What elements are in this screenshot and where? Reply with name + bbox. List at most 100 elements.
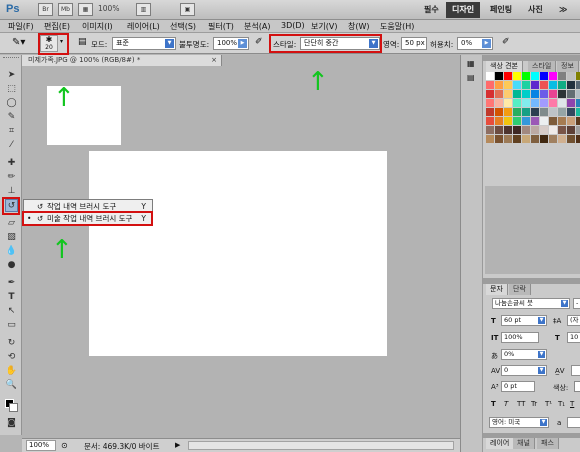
- bridge-launch-icon[interactable]: Br: [38, 3, 53, 16]
- color-swatch[interactable]: [558, 126, 566, 134]
- color-swatch[interactable]: [531, 90, 539, 98]
- color-swatch[interactable]: [576, 135, 580, 143]
- color-swatch[interactable]: [504, 72, 512, 80]
- color-swatch[interactable]: [522, 72, 530, 80]
- panel-icon[interactable]: ▤: [467, 73, 475, 82]
- document-tab[interactable]: 미제가족.JPG @ 100% (RGB/8#) * ×: [22, 55, 222, 66]
- color-swatch[interactable]: [540, 81, 548, 89]
- color-swatch[interactable]: [576, 72, 580, 80]
- menu-edit[interactable]: 편집(E): [44, 21, 70, 32]
- baseline-shift-field[interactable]: 0 pt: [501, 381, 535, 392]
- color-swatch[interactable]: [567, 90, 575, 98]
- color-swatch[interactable]: [549, 81, 557, 89]
- close-tab-icon[interactable]: ×: [211, 55, 217, 66]
- color-swatch[interactable]: [567, 99, 575, 107]
- 3d-rotate-tool-icon[interactable]: ↻: [5, 337, 18, 350]
- tab-styles[interactable]: 스타일: [528, 61, 557, 72]
- color-swatch[interactable]: [558, 81, 566, 89]
- color-swatch[interactable]: [522, 126, 530, 134]
- color-swatch[interactable]: [486, 90, 494, 98]
- canvas-main[interactable]: [89, 151, 387, 356]
- color-swatch[interactable]: [495, 99, 503, 107]
- path-selection-tool-icon[interactable]: ↖: [5, 305, 18, 318]
- 3d-orbit-tool-icon[interactable]: ⟲: [5, 351, 18, 364]
- color-swatch[interactable]: [567, 126, 575, 134]
- area-field[interactable]: 50 px: [401, 37, 427, 50]
- color-swatch[interactable]: [504, 126, 512, 134]
- opacity-field[interactable]: 100% ▶: [213, 37, 249, 50]
- color-swatch[interactable]: [567, 117, 575, 125]
- tablet-pressure-opacity-icon[interactable]: ✐: [255, 37, 263, 47]
- color-swatch[interactable]: [513, 126, 521, 134]
- color-swatch[interactable]: [576, 108, 580, 116]
- tab-channels[interactable]: 채널: [513, 438, 535, 449]
- tab-info[interactable]: 정보: [557, 61, 579, 72]
- color-swatch[interactable]: [504, 99, 512, 107]
- font-family-select[interactable]: 나눔손글씨 붓 ▼: [492, 298, 570, 309]
- color-swatch[interactable]: [513, 99, 521, 107]
- color-swatch[interactable]: [513, 72, 521, 80]
- kerning-field[interactable]: 0 ▼: [501, 365, 547, 376]
- tool-preset-picker-icon[interactable]: ✎▾: [12, 37, 25, 48]
- color-swatch[interactable]: [486, 117, 494, 125]
- menu-layer[interactable]: 레이어(L): [127, 21, 160, 32]
- color-swatch[interactable]: [486, 72, 494, 80]
- color-swatch[interactable]: [567, 81, 575, 89]
- tolerance-field[interactable]: 0% ▶: [457, 37, 493, 50]
- menu-filter[interactable]: 필터(T): [208, 21, 234, 32]
- color-swatch[interactable]: [522, 135, 530, 143]
- minibridge-icon[interactable]: Mb: [58, 3, 73, 16]
- color-swatch[interactable]: [513, 135, 521, 143]
- color-swatch[interactable]: [558, 72, 566, 80]
- color-swatch[interactable]: [567, 135, 575, 143]
- color-swatch[interactable]: [540, 72, 548, 80]
- panel-icon[interactable]: ▦: [467, 59, 475, 68]
- superscript-button[interactable]: T¹: [545, 400, 552, 408]
- color-swatch[interactable]: [576, 99, 580, 107]
- dodge-tool-icon[interactable]: ●: [5, 259, 18, 272]
- color-swatch[interactable]: [576, 81, 580, 89]
- color-swatch[interactable]: [522, 81, 530, 89]
- color-swatch[interactable]: [549, 108, 557, 116]
- tab-character[interactable]: 문자: [486, 284, 508, 295]
- color-swatch[interactable]: [540, 99, 548, 107]
- vertical-scale-field[interactable]: 100%: [501, 332, 539, 343]
- color-swatch[interactable]: [513, 117, 521, 125]
- color-swatch[interactable]: [495, 90, 503, 98]
- color-swatch[interactable]: [540, 126, 548, 134]
- style-select[interactable]: 단단히 중간 ▼: [300, 37, 380, 50]
- color-swatch[interactable]: [513, 90, 521, 98]
- quick-mask-icon[interactable]: ◙: [5, 417, 18, 430]
- type-tool-icon[interactable]: T: [5, 291, 18, 304]
- color-swatch[interactable]: [558, 90, 566, 98]
- more-workspaces-chevron-icon[interactable]: ≫: [553, 2, 573, 18]
- color-swatch[interactable]: [495, 135, 503, 143]
- color-swatch[interactable]: [522, 99, 530, 107]
- color-swatch[interactable]: [558, 108, 566, 116]
- anti-alias-select[interactable]: [567, 417, 580, 428]
- eyedropper-tool-icon[interactable]: ⁄: [5, 139, 18, 152]
- color-swatch[interactable]: [522, 90, 530, 98]
- color-swatch[interactable]: [567, 72, 575, 80]
- color-swatch[interactable]: [495, 108, 503, 116]
- color-swatch[interactable]: [486, 81, 494, 89]
- view-extras-icon[interactable]: ▦: [78, 3, 93, 16]
- color-swatch[interactable]: [540, 135, 548, 143]
- screen-mode-icon[interactable]: ▣: [180, 3, 195, 16]
- move-tool-icon[interactable]: ➤: [5, 69, 18, 82]
- tab-swatches[interactable]: 색상 견본: [486, 61, 523, 72]
- subscript-button[interactable]: T₁: [558, 400, 565, 408]
- menu-select[interactable]: 선택(S): [170, 21, 196, 32]
- zoom-field[interactable]: 100%: [26, 440, 56, 451]
- color-swatch[interactable]: [549, 126, 557, 134]
- pen-tool-icon[interactable]: ✒: [5, 277, 18, 290]
- tab-layers[interactable]: 레이어: [486, 438, 515, 449]
- text-color-swatch[interactable]: [574, 381, 580, 392]
- language-select[interactable]: 영어: 미국 ▼: [489, 417, 549, 428]
- color-swatch[interactable]: [558, 135, 566, 143]
- panel-grip[interactable]: [3, 57, 19, 60]
- all-caps-button[interactable]: TT: [517, 400, 525, 408]
- color-swatch[interactable]: [549, 90, 557, 98]
- color-swatch[interactable]: [495, 72, 503, 80]
- tab-paragraph[interactable]: 단락: [509, 284, 531, 295]
